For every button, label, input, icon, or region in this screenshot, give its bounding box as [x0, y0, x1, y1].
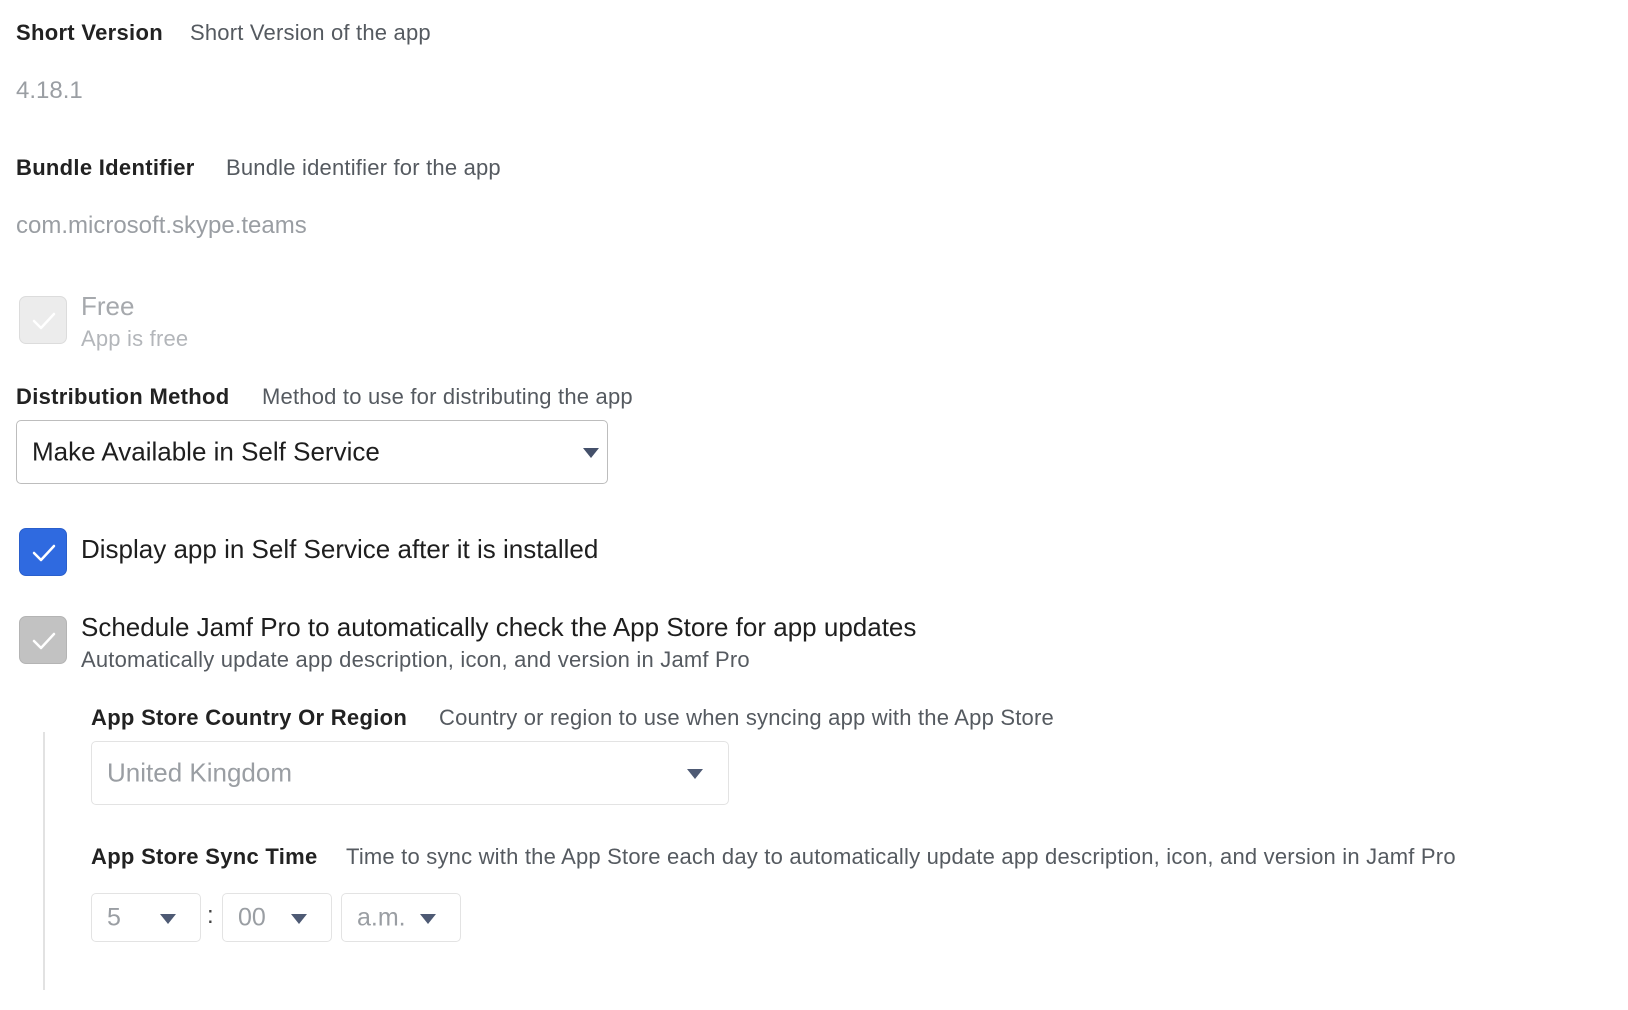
short-version-description: Short Version of the app: [190, 20, 431, 45]
country-region-selected: United Kingdom: [107, 757, 292, 788]
chevron-down-icon: [160, 913, 176, 924]
display-after-install-checkbox[interactable]: [19, 528, 67, 576]
sync-minute-select[interactable]: 00: [222, 893, 332, 942]
distribution-method-selected: Make Available in Self Service: [32, 436, 380, 467]
schedule-check-sublabel: Automatically update app description, ic…: [81, 647, 750, 672]
schedule-check-label: Schedule Jamf Pro to automatically check…: [81, 612, 917, 642]
chevron-down-icon: [583, 448, 599, 458]
free-sublabel: App is free: [81, 326, 189, 351]
nested-section-divider: [43, 732, 45, 990]
free-label: Free: [81, 291, 135, 321]
country-region-label: App Store Country Or Region: [91, 705, 408, 730]
distribution-method-label: Distribution Method: [16, 384, 230, 409]
short-version-value: 4.18.1: [16, 77, 83, 104]
bundle-identifier-value: com.microsoft.skype.teams: [16, 212, 307, 239]
distribution-method-description: Method to use for distributing the app: [262, 384, 633, 409]
time-separator: :: [207, 902, 214, 929]
sync-minute-value: 00: [238, 903, 266, 931]
bundle-identifier-label: Bundle Identifier: [16, 155, 195, 180]
country-region-description: Country or region to use when syncing ap…: [439, 705, 1054, 730]
bundle-identifier-description: Bundle identifier for the app: [226, 155, 501, 180]
checkmark-icon: [32, 632, 56, 650]
chevron-down-icon: [420, 913, 436, 924]
checkmark-icon: [32, 312, 56, 330]
sync-time-description: Time to sync with the App Store each day…: [346, 844, 1456, 869]
distribution-method-select[interactable]: Make Available in Self Service: [16, 420, 608, 484]
chevron-down-icon: [291, 913, 307, 924]
sync-hour-value: 5: [107, 903, 121, 931]
sync-time-label: App Store Sync Time: [91, 844, 318, 869]
sync-period-value: a.m.: [357, 903, 406, 931]
checkmark-icon: [32, 544, 56, 562]
schedule-check-checkbox[interactable]: [19, 616, 67, 664]
display-after-install-label: Display app in Self Service after it is …: [81, 534, 599, 564]
chevron-down-icon: [687, 769, 703, 779]
free-checkbox[interactable]: [19, 296, 67, 344]
sync-period-select[interactable]: a.m.: [341, 893, 461, 942]
sync-hour-select[interactable]: 5: [91, 893, 201, 942]
country-region-select[interactable]: United Kingdom: [91, 741, 729, 805]
short-version-label: Short Version: [16, 20, 163, 45]
